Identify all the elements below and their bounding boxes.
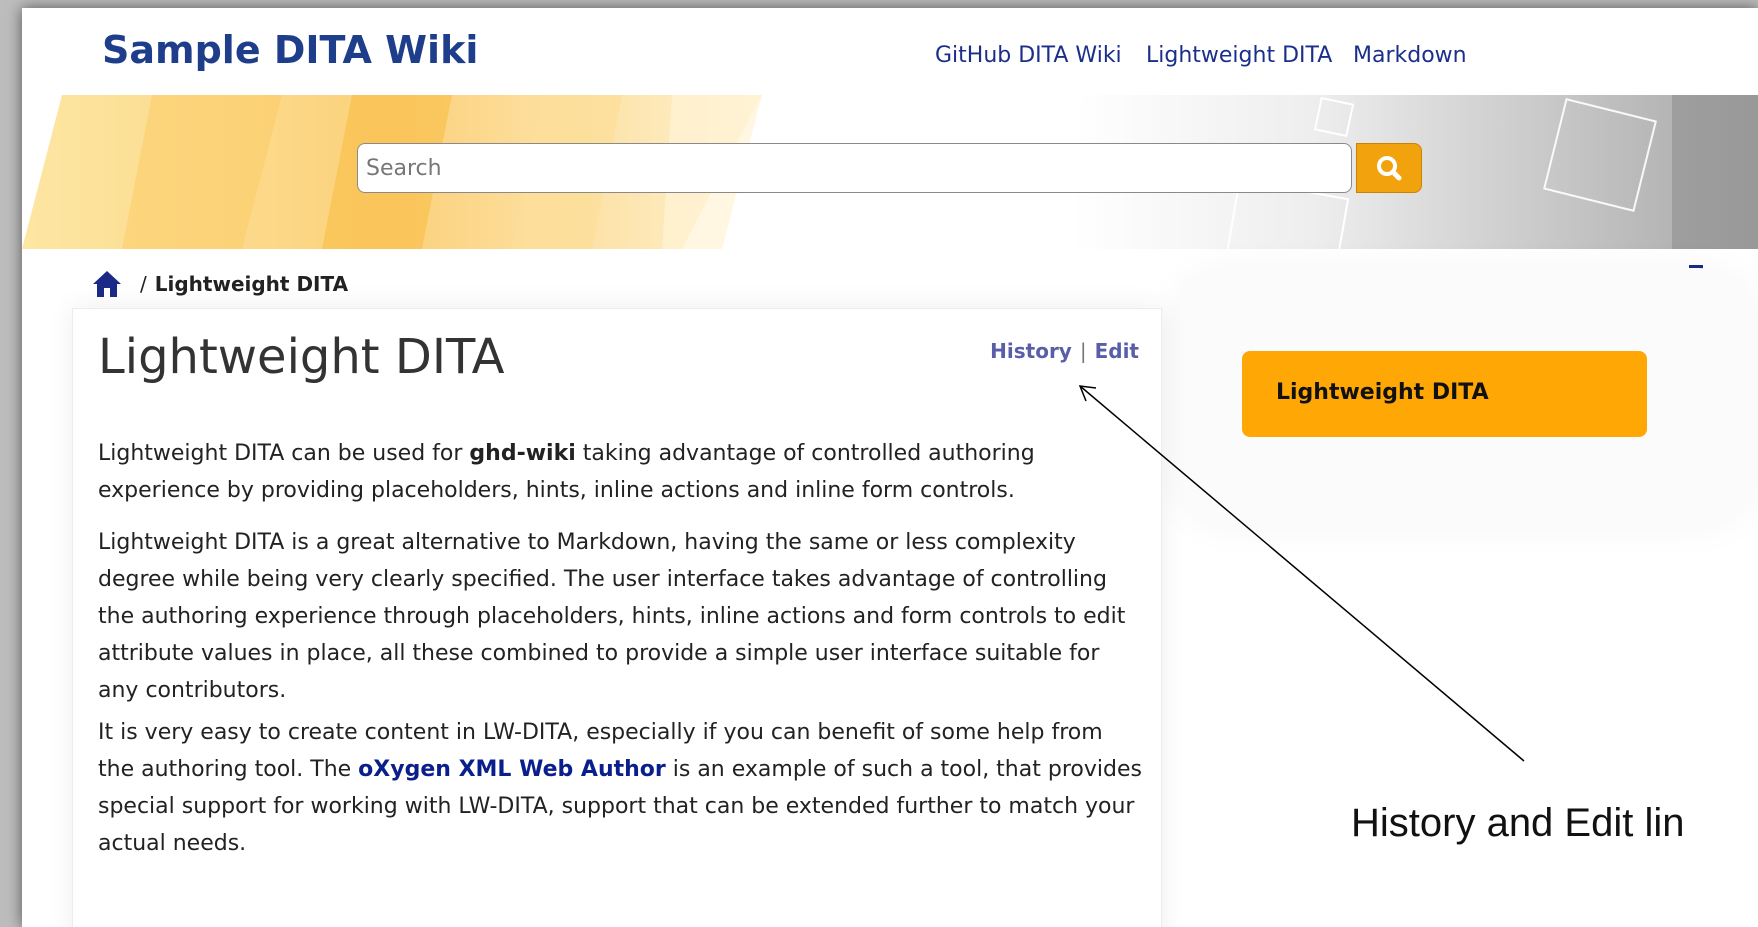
paragraph-1-text-a: Lightweight DITA can be used for [98,441,470,466]
site-title[interactable]: Sample DITA Wiki [102,28,478,72]
actions-separator: | [1079,339,1087,363]
search-input[interactable] [358,144,1338,192]
home-icon[interactable] [92,269,122,299]
nav-link-markdown[interactable]: Markdown [1353,43,1467,68]
history-link[interactable]: History [990,339,1072,363]
toc-item-lightweight-dita[interactable]: Lightweight DITA [1276,380,1489,405]
nav-link-github-dita-wiki[interactable]: GitHub DITA Wiki [935,43,1122,68]
callout-label: History and Edit lin [1351,801,1685,845]
search-button[interactable] [1356,143,1422,193]
article-card: Lightweight DITA History | Edit Lightweigh… [72,308,1162,927]
paragraph-3: It is very easy to create content in LW-… [98,714,1143,862]
sidebar-toc-box: Lightweight DITA [1242,351,1647,437]
browser-window: Sample DITA Wiki GitHub DITA Wiki Lightw… [22,8,1758,927]
breadcrumb-current: Lightweight DITA [154,272,349,296]
nav-link-lightweight-dita[interactable]: Lightweight DITA [1146,43,1332,68]
search-icon [1377,156,1402,181]
search-field[interactable] [357,143,1352,193]
paragraph-1-bold: ghd-wiki [469,441,576,466]
breadcrumb-separator: / [140,272,147,296]
paragraph-1: Lightweight DITA can be used for ghd-wik… [98,435,1143,509]
page-title: Lightweight DITA [98,329,505,385]
page-actions: History | Edit [990,339,1139,363]
edit-link[interactable]: Edit [1095,339,1139,363]
breadcrumb: / Lightweight DITA [92,266,348,302]
oxygen-web-author-link[interactable]: oXygen XML Web Author [358,757,666,782]
paragraph-2: Lightweight DITA is a great alternative … [98,530,1126,703]
